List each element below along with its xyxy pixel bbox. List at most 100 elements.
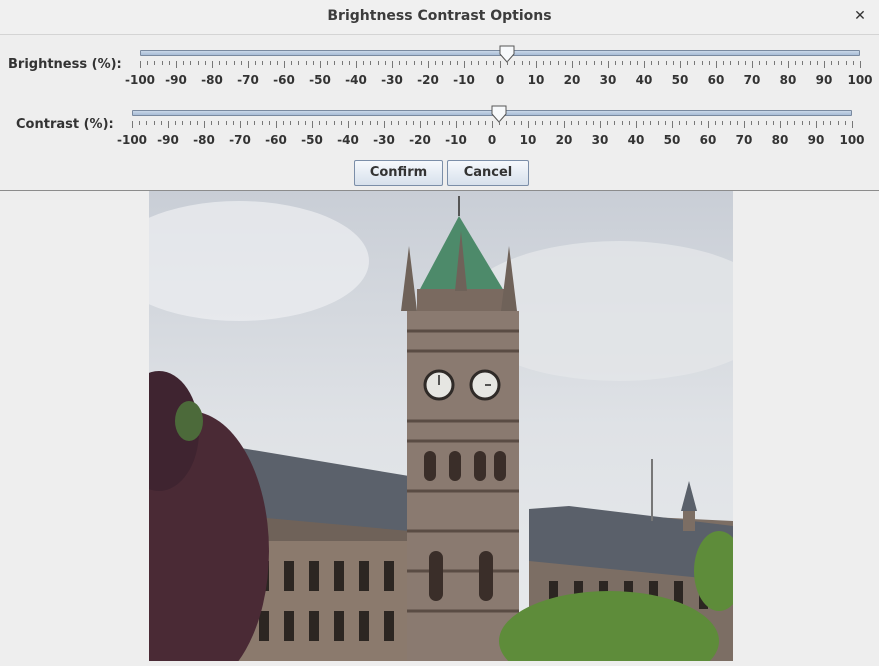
brightness-tick bbox=[320, 61, 321, 68]
brightness-tick bbox=[442, 61, 444, 65]
contrast-tick bbox=[312, 121, 313, 128]
clock-tower-photo bbox=[149, 191, 733, 661]
brightness-tick bbox=[824, 61, 825, 68]
contrast-label: Contrast (%): bbox=[16, 117, 114, 132]
contrast-tick bbox=[384, 121, 385, 128]
brightness-tick bbox=[255, 61, 257, 65]
contrast-tick-label: 20 bbox=[555, 133, 573, 147]
contrast-tick bbox=[844, 121, 846, 125]
brightness-tick bbox=[730, 61, 732, 65]
contrast-tick bbox=[369, 121, 371, 125]
cancel-button[interactable]: Cancel bbox=[447, 160, 529, 186]
contrast-tick-label: 60 bbox=[699, 133, 717, 147]
brightness-tick bbox=[212, 61, 213, 68]
contrast-tick-label: 70 bbox=[735, 133, 753, 147]
brightness-tick bbox=[521, 61, 523, 65]
brightness-slider[interactable]: -100 -90 -80 -70 -60 -50 -40 -30 -20 -10 0 10 20 30 40… bbox=[125, 38, 873, 87]
contrast-tick bbox=[297, 121, 299, 125]
contrast-tick bbox=[391, 121, 393, 125]
title-bar: Brightness Contrast Options ✕ bbox=[0, 0, 879, 35]
contrast-tick-label: 50 bbox=[663, 133, 681, 147]
brightness-tick-label: 10 bbox=[527, 73, 545, 87]
contrast-tick bbox=[499, 121, 501, 125]
contrast-tick bbox=[643, 121, 645, 125]
brightness-tick bbox=[816, 61, 818, 65]
contrast-tick bbox=[484, 121, 486, 125]
brightness-tick bbox=[147, 61, 149, 65]
brightness-tick bbox=[752, 61, 753, 68]
contrast-tick bbox=[189, 121, 191, 125]
brightness-tick bbox=[780, 61, 782, 65]
brightness-tick-label: -90 bbox=[165, 73, 187, 87]
brightness-tick bbox=[586, 61, 588, 65]
brightness-tick bbox=[860, 61, 861, 68]
contrast-tick bbox=[700, 121, 702, 125]
brightness-tick bbox=[248, 61, 249, 68]
brightness-tick-label: 60 bbox=[707, 73, 725, 87]
brightness-label: Brightness (%): bbox=[8, 57, 122, 72]
brightness-tick-label: 50 bbox=[671, 73, 689, 87]
contrast-tick bbox=[218, 121, 220, 125]
brightness-tick-label: 90 bbox=[815, 73, 833, 87]
contrast-tick bbox=[211, 121, 213, 125]
confirm-button[interactable]: Confirm bbox=[354, 160, 443, 186]
contrast-tick bbox=[823, 121, 825, 125]
contrast-tick bbox=[139, 121, 141, 125]
contrast-tick bbox=[679, 121, 681, 125]
brightness-tick bbox=[543, 61, 545, 65]
brightness-tick bbox=[478, 61, 480, 65]
contrast-tick bbox=[441, 121, 443, 125]
contrast-tick bbox=[528, 121, 529, 128]
contrast-tick bbox=[168, 121, 169, 128]
contrast-tick bbox=[204, 121, 205, 128]
contrast-tick bbox=[816, 121, 817, 128]
brightness-tick bbox=[485, 61, 487, 65]
brightness-tick bbox=[370, 61, 372, 65]
brightness-tick bbox=[615, 61, 617, 65]
contrast-tick bbox=[340, 121, 342, 125]
contrast-tick bbox=[628, 121, 630, 125]
brightness-tick bbox=[392, 61, 393, 68]
brightness-tick bbox=[305, 61, 307, 65]
close-icon[interactable]: ✕ bbox=[851, 7, 869, 25]
contrast-tick bbox=[456, 121, 457, 128]
contrast-tick bbox=[722, 121, 724, 125]
contrast-tick bbox=[765, 121, 767, 125]
contrast-tick bbox=[304, 121, 306, 125]
brightness-tick bbox=[766, 61, 768, 65]
brightness-tick bbox=[572, 61, 573, 68]
contrast-tick bbox=[571, 121, 573, 125]
contrast-slider[interactable]: -100 -90 -80 -70 -60 -50 -40 -30 -20 -10 0 10 20 30 40… bbox=[117, 98, 865, 147]
brightness-ticks bbox=[140, 61, 861, 69]
brightness-tick bbox=[341, 61, 343, 65]
brightness-tick bbox=[176, 61, 177, 68]
contrast-tick bbox=[477, 121, 479, 125]
contrast-tick bbox=[276, 121, 277, 128]
brightness-tick bbox=[788, 61, 789, 68]
contrast-tick-label: -80 bbox=[193, 133, 215, 147]
contrast-tick bbox=[614, 121, 616, 125]
brightness-tick-label: -60 bbox=[273, 73, 295, 87]
contrast-tick bbox=[232, 121, 234, 125]
brightness-tick bbox=[399, 61, 401, 65]
contrast-tick bbox=[132, 121, 133, 128]
contrast-tick bbox=[240, 121, 241, 128]
brightness-tick bbox=[226, 61, 228, 65]
brightness-tick bbox=[284, 61, 285, 68]
contrast-tick bbox=[837, 121, 839, 125]
contrast-tick bbox=[355, 121, 357, 125]
brightness-tick-label: 30 bbox=[599, 73, 617, 87]
brightness-tick bbox=[802, 61, 804, 65]
contrast-tick bbox=[636, 121, 637, 128]
contrast-tick bbox=[801, 121, 803, 125]
contrast-tick-label: 30 bbox=[591, 133, 609, 147]
contrast-tick bbox=[686, 121, 688, 125]
contrast-tick-label: -50 bbox=[301, 133, 323, 147]
contrast-tick bbox=[751, 121, 753, 125]
contrast-tick bbox=[290, 121, 292, 125]
contrast-tick bbox=[607, 121, 609, 125]
contrast-tick bbox=[664, 121, 666, 125]
contrast-tick-label: -70 bbox=[229, 133, 251, 147]
contrast-tick bbox=[693, 121, 695, 125]
contrast-tick bbox=[492, 121, 493, 128]
